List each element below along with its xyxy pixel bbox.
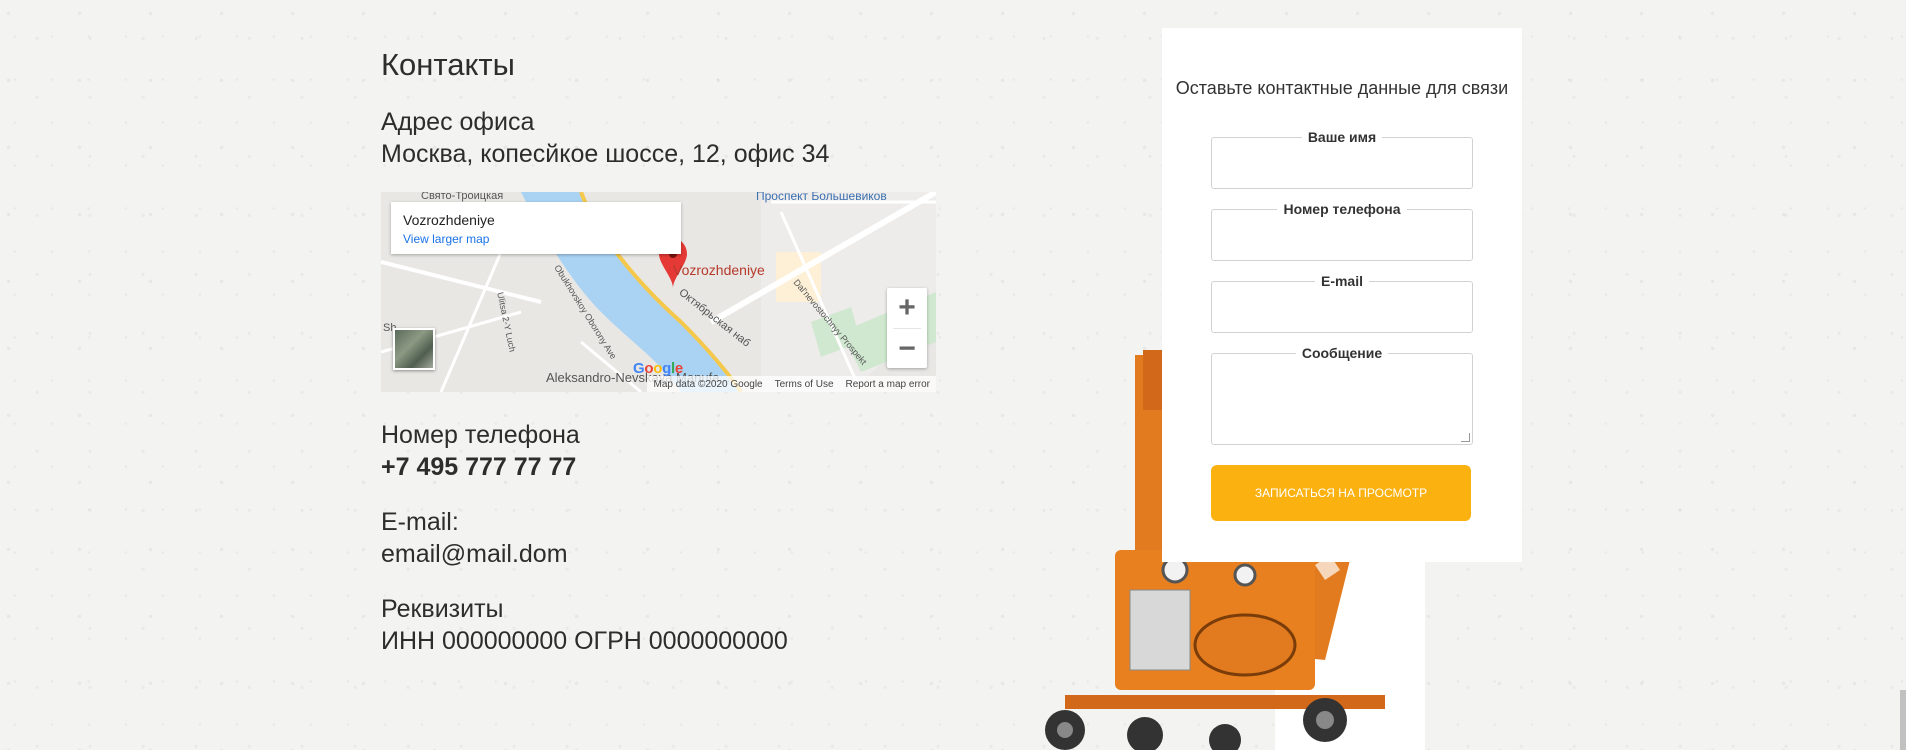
satellite-toggle[interactable] (393, 328, 435, 370)
google-logo: Google (633, 360, 683, 377)
map-pin-label: Vozrozhdeniye (673, 262, 765, 278)
email-value[interactable]: email@mail.dom (381, 538, 568, 570)
map-data-text: Map data ©2020 Google (653, 378, 763, 390)
phone-block: Номер телефона +7 495 777 77 77 (381, 419, 580, 483)
name-field[interactable]: Ваше имя (1211, 129, 1473, 189)
contacts-title: Контакты (381, 47, 515, 82)
map-place-name: Vozrozhdeniye (403, 212, 495, 228)
phone-field-label: Номер телефона (1277, 201, 1407, 217)
office-address: Москва, копесйкое шоссе, 12, офис 34 (381, 140, 830, 168)
zoom-out-button[interactable]: − (887, 329, 927, 369)
report-error-link[interactable]: Report a map error (846, 379, 930, 390)
map-info-card: Vozrozhdeniye View larger map (391, 202, 681, 254)
message-textarea[interactable] (1222, 366, 1466, 418)
name-input[interactable] (1222, 150, 1466, 168)
view-larger-map-link[interactable]: View larger map (403, 232, 489, 246)
office-block: Адрес офиса Москва, копесйкое шоссе, 12,… (381, 106, 829, 170)
page-scrollbar[interactable] (1900, 690, 1906, 750)
zoom-in-button[interactable]: + (887, 288, 927, 328)
email-field[interactable]: E-mail (1211, 273, 1473, 333)
street-label: Свято-Троицкая (421, 192, 504, 202)
message-field[interactable]: Сообщение (1211, 345, 1473, 445)
message-field-label: Сообщение (1295, 345, 1389, 361)
email-field-label: E-mail (1314, 273, 1369, 289)
name-field-label: Ваше имя (1301, 129, 1383, 145)
street-label: Проспект Большевиков (756, 192, 887, 203)
map-zoom-control: + − (887, 288, 927, 368)
requisites-value: ИНН 000000000 ОГРН 0000000000 (381, 627, 788, 655)
map-attribution: Map data ©2020 Google Terms of Use Repor… (647, 376, 936, 392)
terms-of-use-link[interactable]: Terms of Use (775, 379, 834, 390)
submit-button[interactable]: ЗАПИСАТЬСЯ НА ПРОСМОТР (1211, 465, 1471, 521)
resize-handle-icon[interactable] (1461, 433, 1470, 442)
embedded-map[interactable]: Свято-Троицкая Проспект Большевиков Октя… (381, 192, 936, 392)
email-input[interactable] (1222, 294, 1466, 312)
email-block: E-mail: email@mail.dom (381, 506, 568, 570)
requisites-block: Реквизиты ИНН 000000000 ОГРН 0000000000 (381, 593, 788, 657)
phone-input[interactable] (1222, 222, 1466, 240)
email-label: E-mail: (381, 508, 459, 536)
requisites-label: Реквизиты (381, 595, 504, 623)
phone-value[interactable]: +7 495 777 77 77 (381, 451, 580, 483)
form-title: Оставьте контактные данные для связи (1175, 78, 1509, 98)
phone-label: Номер телефона (381, 421, 580, 449)
phone-field[interactable]: Номер телефона (1211, 201, 1473, 261)
office-label: Адрес офиса (381, 108, 535, 136)
contact-form: Оставьте контактные данные для связи Ваш… (1162, 28, 1522, 562)
